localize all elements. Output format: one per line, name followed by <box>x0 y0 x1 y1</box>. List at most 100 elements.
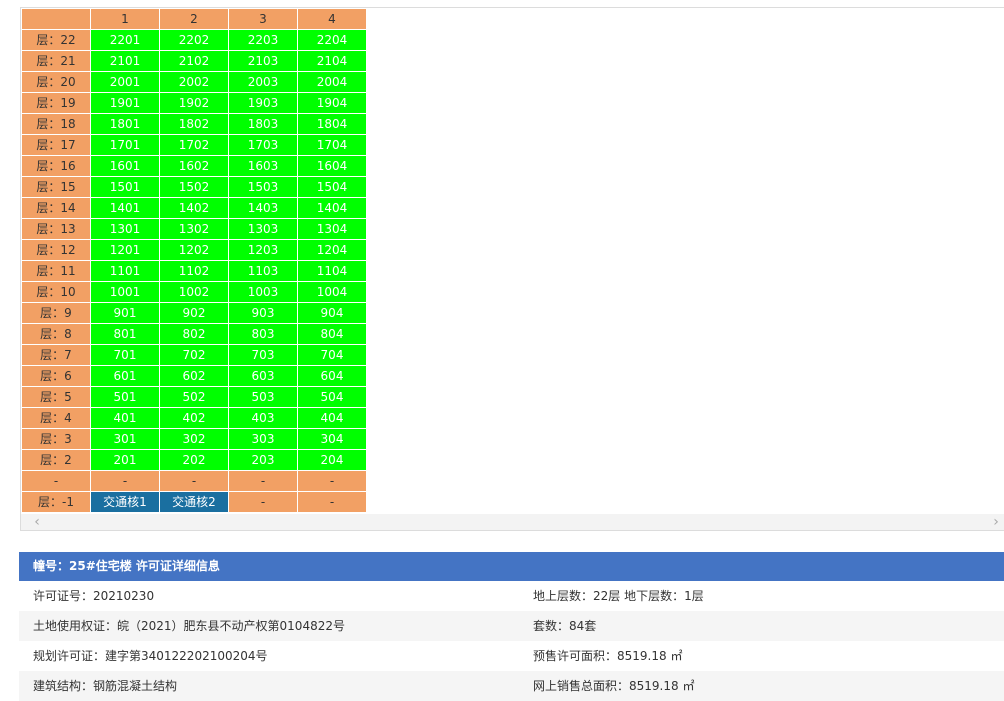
unit-cell[interactable]: 902 <box>159 302 229 324</box>
floor-row: 层：2 201 202 203 204 <box>21 449 367 471</box>
unit-cell[interactable]: 204 <box>297 449 367 471</box>
unit-cell[interactable]: 1603 <box>228 155 298 177</box>
unit-cell[interactable]: 403 <box>228 407 298 429</box>
unit-cell[interactable]: 1703 <box>228 134 298 156</box>
unit-cell[interactable]: 1104 <box>297 260 367 282</box>
unit-cell[interactable]: 1002 <box>159 281 229 303</box>
info-field-left: 建筑结构：钢筋混凝土结构 <box>33 679 178 693</box>
info-field-right: 预售许可面积：8519.18 ㎡ <box>533 649 683 663</box>
unit-cell[interactable]: 601 <box>90 365 160 387</box>
unit-cell[interactable]: 1304 <box>297 218 367 240</box>
floor-label: 层：8 <box>21 323 91 345</box>
unit-cell[interactable]: 901 <box>90 302 160 324</box>
unit-cell[interactable]: 2101 <box>90 50 160 72</box>
unit-cell[interactable]: 1101 <box>90 260 160 282</box>
unit-cell[interactable]: 701 <box>90 344 160 366</box>
unit-cell[interactable]: 1801 <box>90 113 160 135</box>
unit-cell[interactable]: 2203 <box>228 29 298 51</box>
unit-cell[interactable]: 301 <box>90 428 160 450</box>
unit-cell[interactable]: 304 <box>297 428 367 450</box>
unit-cell[interactable]: 2002 <box>159 71 229 93</box>
unit-cell[interactable]: 1403 <box>228 197 298 219</box>
unit-cell[interactable]: 504 <box>297 386 367 408</box>
unit-cell[interactable]: 302 <box>159 428 229 450</box>
unit-cell[interactable]: 2201 <box>90 29 160 51</box>
unit-cell[interactable]: 501 <box>90 386 160 408</box>
unit-cell[interactable]: 1503 <box>228 176 298 198</box>
unit-cell[interactable]: 1602 <box>159 155 229 177</box>
unit-cell[interactable]: 1203 <box>228 239 298 261</box>
core-cell[interactable]: 交通核1 <box>90 491 160 513</box>
unit-cell[interactable]: 602 <box>159 365 229 387</box>
unit-cell[interactable]: 201 <box>90 449 160 471</box>
unit-cell[interactable]: 1303 <box>228 218 298 240</box>
unit-cell[interactable]: 1802 <box>159 113 229 135</box>
unit-cell[interactable]: 1201 <box>90 239 160 261</box>
unit-cell[interactable]: 1803 <box>228 113 298 135</box>
unit-cell[interactable]: 1404 <box>297 197 367 219</box>
unit-cell[interactable]: 1901 <box>90 92 160 114</box>
floor-label: 层：10 <box>21 281 91 303</box>
unit-cell[interactable]: 1103 <box>228 260 298 282</box>
unit-cell[interactable]: 1001 <box>90 281 160 303</box>
unit-cell[interactable]: 702 <box>159 344 229 366</box>
empty-cell: - <box>90 470 160 492</box>
unit-cell[interactable]: 503 <box>228 386 298 408</box>
unit-cell[interactable]: 1204 <box>297 239 367 261</box>
unit-cell[interactable]: 1502 <box>159 176 229 198</box>
unit-cell[interactable]: 2102 <box>159 50 229 72</box>
unit-cell[interactable]: 1702 <box>159 134 229 156</box>
unit-cell[interactable]: 801 <box>90 323 160 345</box>
chevron-right-icon[interactable]: › <box>988 514 1004 530</box>
unit-cell[interactable]: 1904 <box>297 92 367 114</box>
unit-cell[interactable]: 2003 <box>228 71 298 93</box>
unit-cell[interactable]: 1601 <box>90 155 160 177</box>
unit-cell[interactable]: 2001 <box>90 71 160 93</box>
unit-cell[interactable]: 1604 <box>297 155 367 177</box>
unit-cell[interactable]: 1004 <box>297 281 367 303</box>
unit-cell[interactable]: 502 <box>159 386 229 408</box>
unit-cell[interactable]: 1501 <box>90 176 160 198</box>
unit-cell[interactable]: 804 <box>297 323 367 345</box>
unit-cell[interactable]: 703 <box>228 344 298 366</box>
unit-cell[interactable]: 2004 <box>297 71 367 93</box>
unit-cell[interactable]: 402 <box>159 407 229 429</box>
unit-cell[interactable]: 803 <box>228 323 298 345</box>
floor-label: 层：13 <box>21 218 91 240</box>
unit-cell[interactable]: 2202 <box>159 29 229 51</box>
unit-cell[interactable]: 1504 <box>297 176 367 198</box>
unit-cell[interactable]: 1301 <box>90 218 160 240</box>
unit-cell[interactable]: 404 <box>297 407 367 429</box>
unit-cell[interactable]: 2204 <box>297 29 367 51</box>
unit-cell[interactable]: 1302 <box>159 218 229 240</box>
unit-cell[interactable]: 1903 <box>228 92 298 114</box>
unit-cell[interactable]: 1902 <box>159 92 229 114</box>
unit-cell[interactable]: 904 <box>297 302 367 324</box>
unit-cell[interactable]: 1102 <box>159 260 229 282</box>
unit-cell[interactable]: 202 <box>159 449 229 471</box>
unit-cell[interactable]: 2104 <box>297 50 367 72</box>
unit-cell[interactable]: 401 <box>90 407 160 429</box>
unit-cell[interactable]: 802 <box>159 323 229 345</box>
unit-cell[interactable]: 1704 <box>297 134 367 156</box>
horizontal-scrollbar[interactable]: ‹ › <box>21 514 1004 530</box>
unit-cell[interactable]: 704 <box>297 344 367 366</box>
unit-cell[interactable]: 2103 <box>228 50 298 72</box>
chevron-left-icon[interactable]: ‹ <box>29 514 45 530</box>
info-row: 土地使用权证：皖（2021）肥东县不动产权第0104822号 套数：84套 <box>19 611 1004 641</box>
unit-cell[interactable]: 203 <box>228 449 298 471</box>
unit-cell[interactable]: 1003 <box>228 281 298 303</box>
unit-cell[interactable]: 604 <box>297 365 367 387</box>
floor-label: 层：18 <box>21 113 91 135</box>
unit-cell[interactable]: 1402 <box>159 197 229 219</box>
column-header: 3 <box>228 8 298 30</box>
floor-row: ----- <box>21 470 367 492</box>
unit-cell[interactable]: 903 <box>228 302 298 324</box>
unit-cell[interactable]: 1401 <box>90 197 160 219</box>
unit-cell[interactable]: 603 <box>228 365 298 387</box>
unit-cell[interactable]: 1804 <box>297 113 367 135</box>
unit-cell[interactable]: 1701 <box>90 134 160 156</box>
unit-cell[interactable]: 303 <box>228 428 298 450</box>
unit-cell[interactable]: 1202 <box>159 239 229 261</box>
core-cell[interactable]: 交通核2 <box>159 491 229 513</box>
